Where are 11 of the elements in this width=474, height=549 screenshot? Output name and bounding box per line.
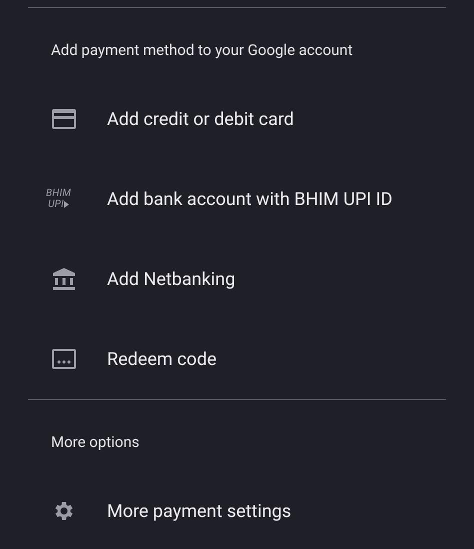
redeem-code-icon — [52, 349, 76, 369]
menu-item[interactable]: Add Netbanking — [0, 239, 474, 319]
menu-item[interactable]: Redeem code — [0, 319, 474, 399]
upi-logo: BHIM UPI — [46, 188, 72, 210]
bank-icon — [52, 267, 76, 291]
menu-item[interactable]: BHIM UPI Add bank account with BHIM UPI ID — [0, 159, 474, 239]
section-heading: Add payment method to your Google account — [51, 41, 353, 59]
menu-item[interactable]: Add credit or debit card — [0, 79, 474, 159]
section-heading: More options — [51, 433, 140, 451]
credit-card-icon — [52, 109, 76, 129]
menu-item[interactable]: More payment settings — [0, 471, 474, 549]
